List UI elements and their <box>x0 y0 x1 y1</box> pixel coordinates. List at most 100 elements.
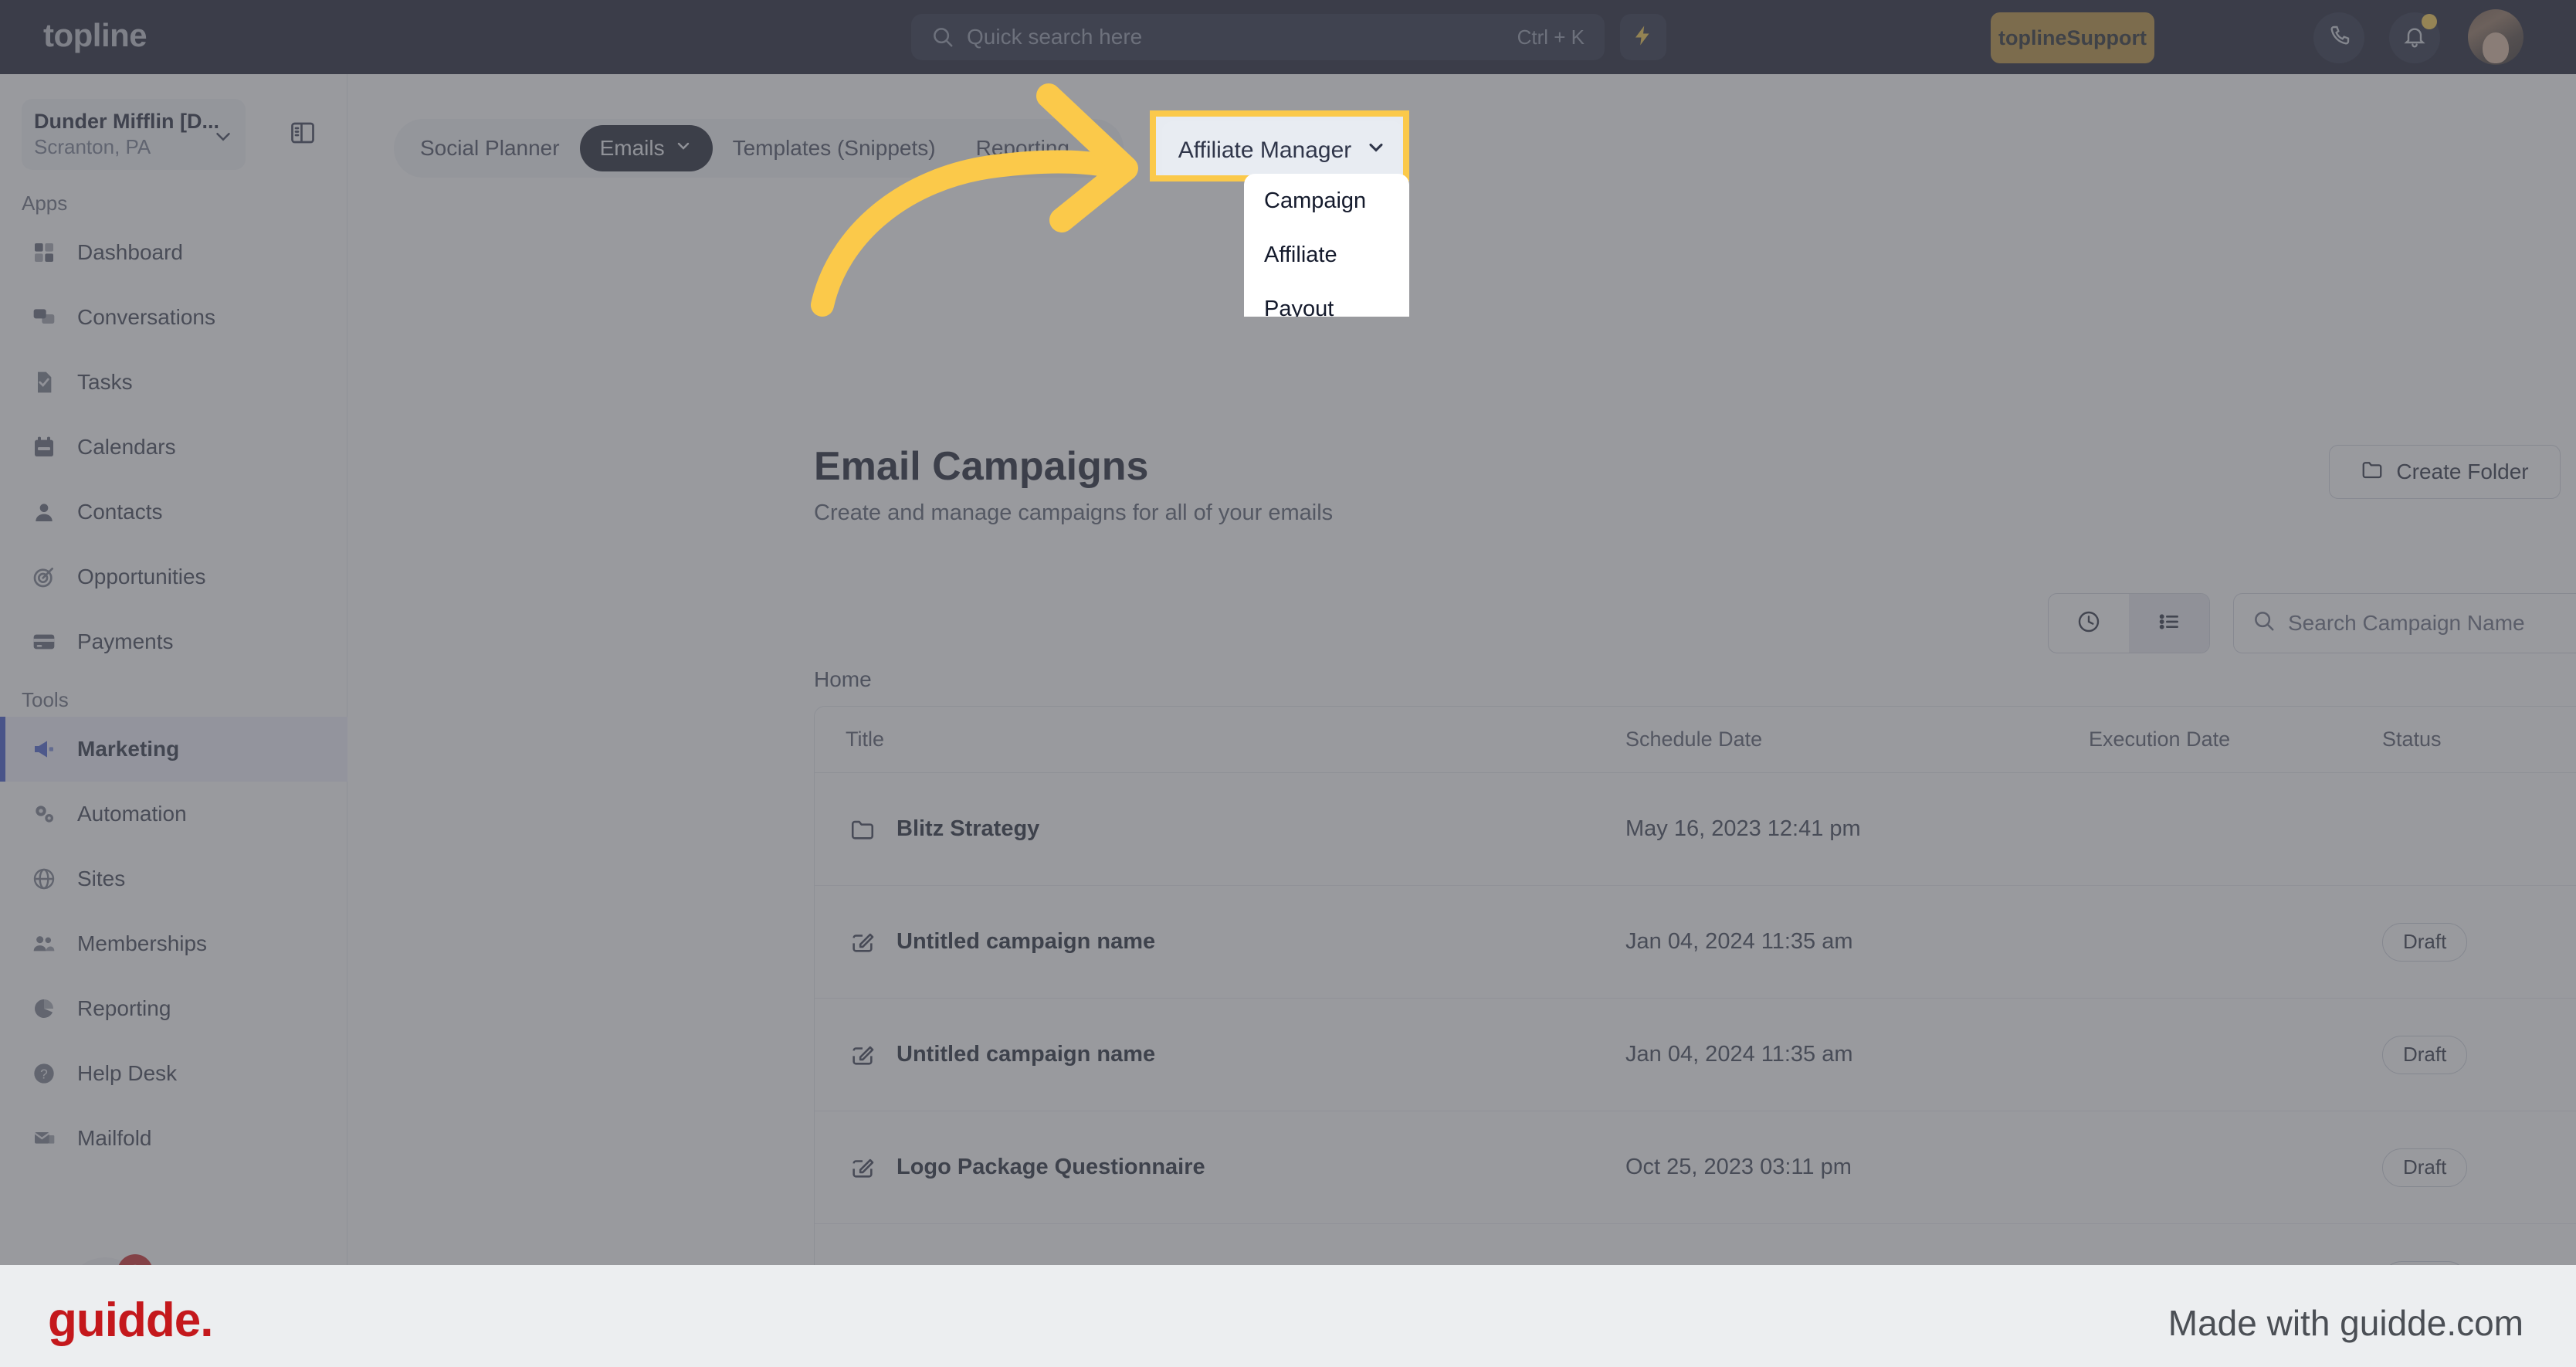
notification-dot <box>2422 14 2437 29</box>
guidde-widget-badge: 2 <box>117 1254 153 1265</box>
sidebar-item-conversations[interactable]: Conversations <box>0 285 347 350</box>
topline-support-button[interactable]: topline Support <box>1991 12 2154 63</box>
campaign-schedule-date: Jan 04, 2024 11:35 am <box>1625 929 1853 954</box>
tab-label: Social Planner <box>420 136 560 160</box>
table-row[interactable]: Untitled campaign name Jan 04, 2024 11:3… <box>815 886 2576 999</box>
history-view-button[interactable] <box>2049 594 2129 653</box>
campaign-title: Logo Package Questionnaire <box>897 1155 1205 1179</box>
folder-icon <box>846 812 880 846</box>
table-row[interactable]: Blitz Strategy May 16, 2023 12:41 pm <box>815 773 2576 886</box>
search-campaign-placeholder: Search Campaign Name <box>2288 611 2525 635</box>
status-badge: Draft <box>2382 922 2468 962</box>
sidebar-section-tools: Tools <box>22 688 69 711</box>
sidebar-item-reporting[interactable]: Reporting <box>0 976 347 1041</box>
members-icon <box>31 931 57 957</box>
chevron-down-icon <box>1079 136 1097 161</box>
status-badge: Draft <box>2382 1035 2468 1074</box>
view-mode-toggle[interactable] <box>2048 593 2210 653</box>
global-search-placeholder: Quick search here <box>967 25 1143 49</box>
campaign-title: Untitled campaign name <box>897 929 1156 954</box>
sidebar-item-sites[interactable]: Sites <box>0 846 347 911</box>
quick-actions-button[interactable] <box>1620 14 1666 60</box>
contact-icon <box>31 499 57 525</box>
support-button-label: Support <box>2066 25 2147 49</box>
create-folder-label: Create Folder <box>2396 460 2529 483</box>
tab-label: Emails <box>599 136 665 160</box>
affiliate-manager-highlight: Affiliate Manager <box>1150 110 1409 181</box>
mail-icon <box>31 1125 57 1152</box>
sidebar-item-help-desk[interactable]: ? Help Desk <box>0 1041 347 1106</box>
sidebar-item-label: Opportunities <box>77 565 206 589</box>
tab-templates-snippets[interactable]: Templates (Snippets) <box>713 125 956 171</box>
sidebar-item-label: Payments <box>77 629 174 653</box>
topline-logo[interactable]: topline <box>43 17 147 54</box>
tab-label: Reporting <box>975 136 1069 160</box>
task-icon <box>31 369 57 395</box>
dropdown-item-campaign[interactable]: Campaign <box>1244 174 1409 228</box>
column-header-schedule-date: Schedule Date <box>1625 728 1763 751</box>
guidde-footer-bar: guidde. Made with guidde.com <box>0 1265 2576 1367</box>
dropdown-item-payout[interactable]: Payout <box>1244 282 1409 317</box>
list-view-button[interactable] <box>2129 594 2209 653</box>
chevron-down-icon <box>212 125 235 152</box>
breadcrumb[interactable]: Home <box>814 667 872 692</box>
guidde-logo: guidde. <box>48 1294 213 1347</box>
sidebar-item-label: Marketing <box>77 737 180 761</box>
create-folder-button[interactable]: Create Folder <box>2329 445 2561 499</box>
sidebar-item-calendars[interactable]: Calendars <box>0 415 347 480</box>
list-icon <box>2157 609 2181 638</box>
table-row[interactable]: Black Friday Email Oct 24, 2023 02:29 pm… <box>815 1224 2576 1265</box>
affiliate-manager-button[interactable]: Affiliate Manager <box>1162 121 1403 175</box>
sidebar-item-contacts[interactable]: Contacts <box>0 480 347 544</box>
sidebar-collapse-button[interactable] <box>286 117 320 151</box>
sidebar-item-tasks[interactable]: Tasks <box>0 350 347 415</box>
tab-reporting[interactable]: Reporting <box>956 125 1117 171</box>
table-row[interactable]: Untitled campaign name Jan 04, 2024 11:3… <box>815 999 2576 1111</box>
sidebar-item-dashboard[interactable]: Dashboard <box>0 220 347 285</box>
sidebar-item-label: Calendars <box>77 435 176 459</box>
question-icon: ? <box>31 1060 57 1087</box>
search-icon <box>931 25 954 49</box>
column-header-title: Title <box>846 728 885 751</box>
dashboard-icon <box>31 239 57 266</box>
user-avatar[interactable] <box>2468 9 2523 65</box>
svg-text:?: ? <box>40 1067 48 1082</box>
main-content: Social Planner Emails Templates (Snippet… <box>347 74 2576 1265</box>
sidebar-item-opportunities[interactable]: Opportunities <box>0 544 347 609</box>
search-campaign-input[interactable]: Search Campaign Name <box>2233 593 2576 653</box>
sidebar-item-marketing[interactable]: Marketing <box>0 717 347 782</box>
organization-name: Dunder Mifflin [D... <box>34 110 219 133</box>
sidebar-item-mailfold[interactable]: Mailfold <box>0 1106 347 1171</box>
bell-icon <box>2402 24 2427 53</box>
campaigns-table: Title Schedule Date Execution Date Statu… <box>814 706 2576 1265</box>
organization-location: Scranton, PA <box>34 135 151 158</box>
sidebar-item-label: Contacts <box>77 500 163 524</box>
sidebar-section-apps: Apps <box>22 192 68 215</box>
affiliate-manager-dropdown-menu[interactable]: Campaign Affiliate Payout <box>1244 174 1409 317</box>
global-search-input[interactable]: Quick search here Ctrl + K <box>911 14 1605 60</box>
support-button-brand: topline <box>1998 25 2067 49</box>
page-title: Email Campaigns <box>814 444 1149 489</box>
dropdown-item-affiliate[interactable]: Affiliate <box>1244 228 1409 282</box>
notifications-button[interactable] <box>2389 12 2440 63</box>
table-row[interactable]: Logo Package Questionnaire Oct 25, 2023 … <box>815 1111 2576 1224</box>
tab-emails[interactable]: Emails <box>579 125 713 171</box>
megaphone-icon <box>31 736 57 762</box>
edit-square-icon <box>846 1151 880 1185</box>
page-subtitle: Create and manage campaigns for all of y… <box>814 500 1334 525</box>
chevron-down-icon <box>1365 137 1387 165</box>
phone-button[interactable] <box>2313 12 2364 63</box>
sidebar-item-label: Tasks <box>77 370 133 394</box>
table-header-row: Title Schedule Date Execution Date Statu… <box>815 707 2576 773</box>
sidebar-item-memberships[interactable]: Memberships <box>0 911 347 976</box>
affiliate-manager-label: Affiliate Manager <box>1178 137 1352 163</box>
guidde-made-with-label: Made with guidde.com <box>2168 1303 2523 1343</box>
sidebar-item-label: Mailfold <box>77 1126 152 1150</box>
organization-selector[interactable]: Dunder Mifflin [D... Scranton, PA <box>22 99 246 170</box>
sidebar-item-payments[interactable]: Payments <box>0 609 347 674</box>
tab-social-planner[interactable]: Social Planner <box>400 125 580 171</box>
search-shortcut-hint: Ctrl + K <box>1517 25 1585 49</box>
status-badge: Draft <box>2382 1148 2468 1187</box>
campaign-schedule-date: Oct 25, 2023 03:11 pm <box>1625 1155 1852 1179</box>
sidebar-item-automation[interactable]: Automation <box>0 782 347 846</box>
